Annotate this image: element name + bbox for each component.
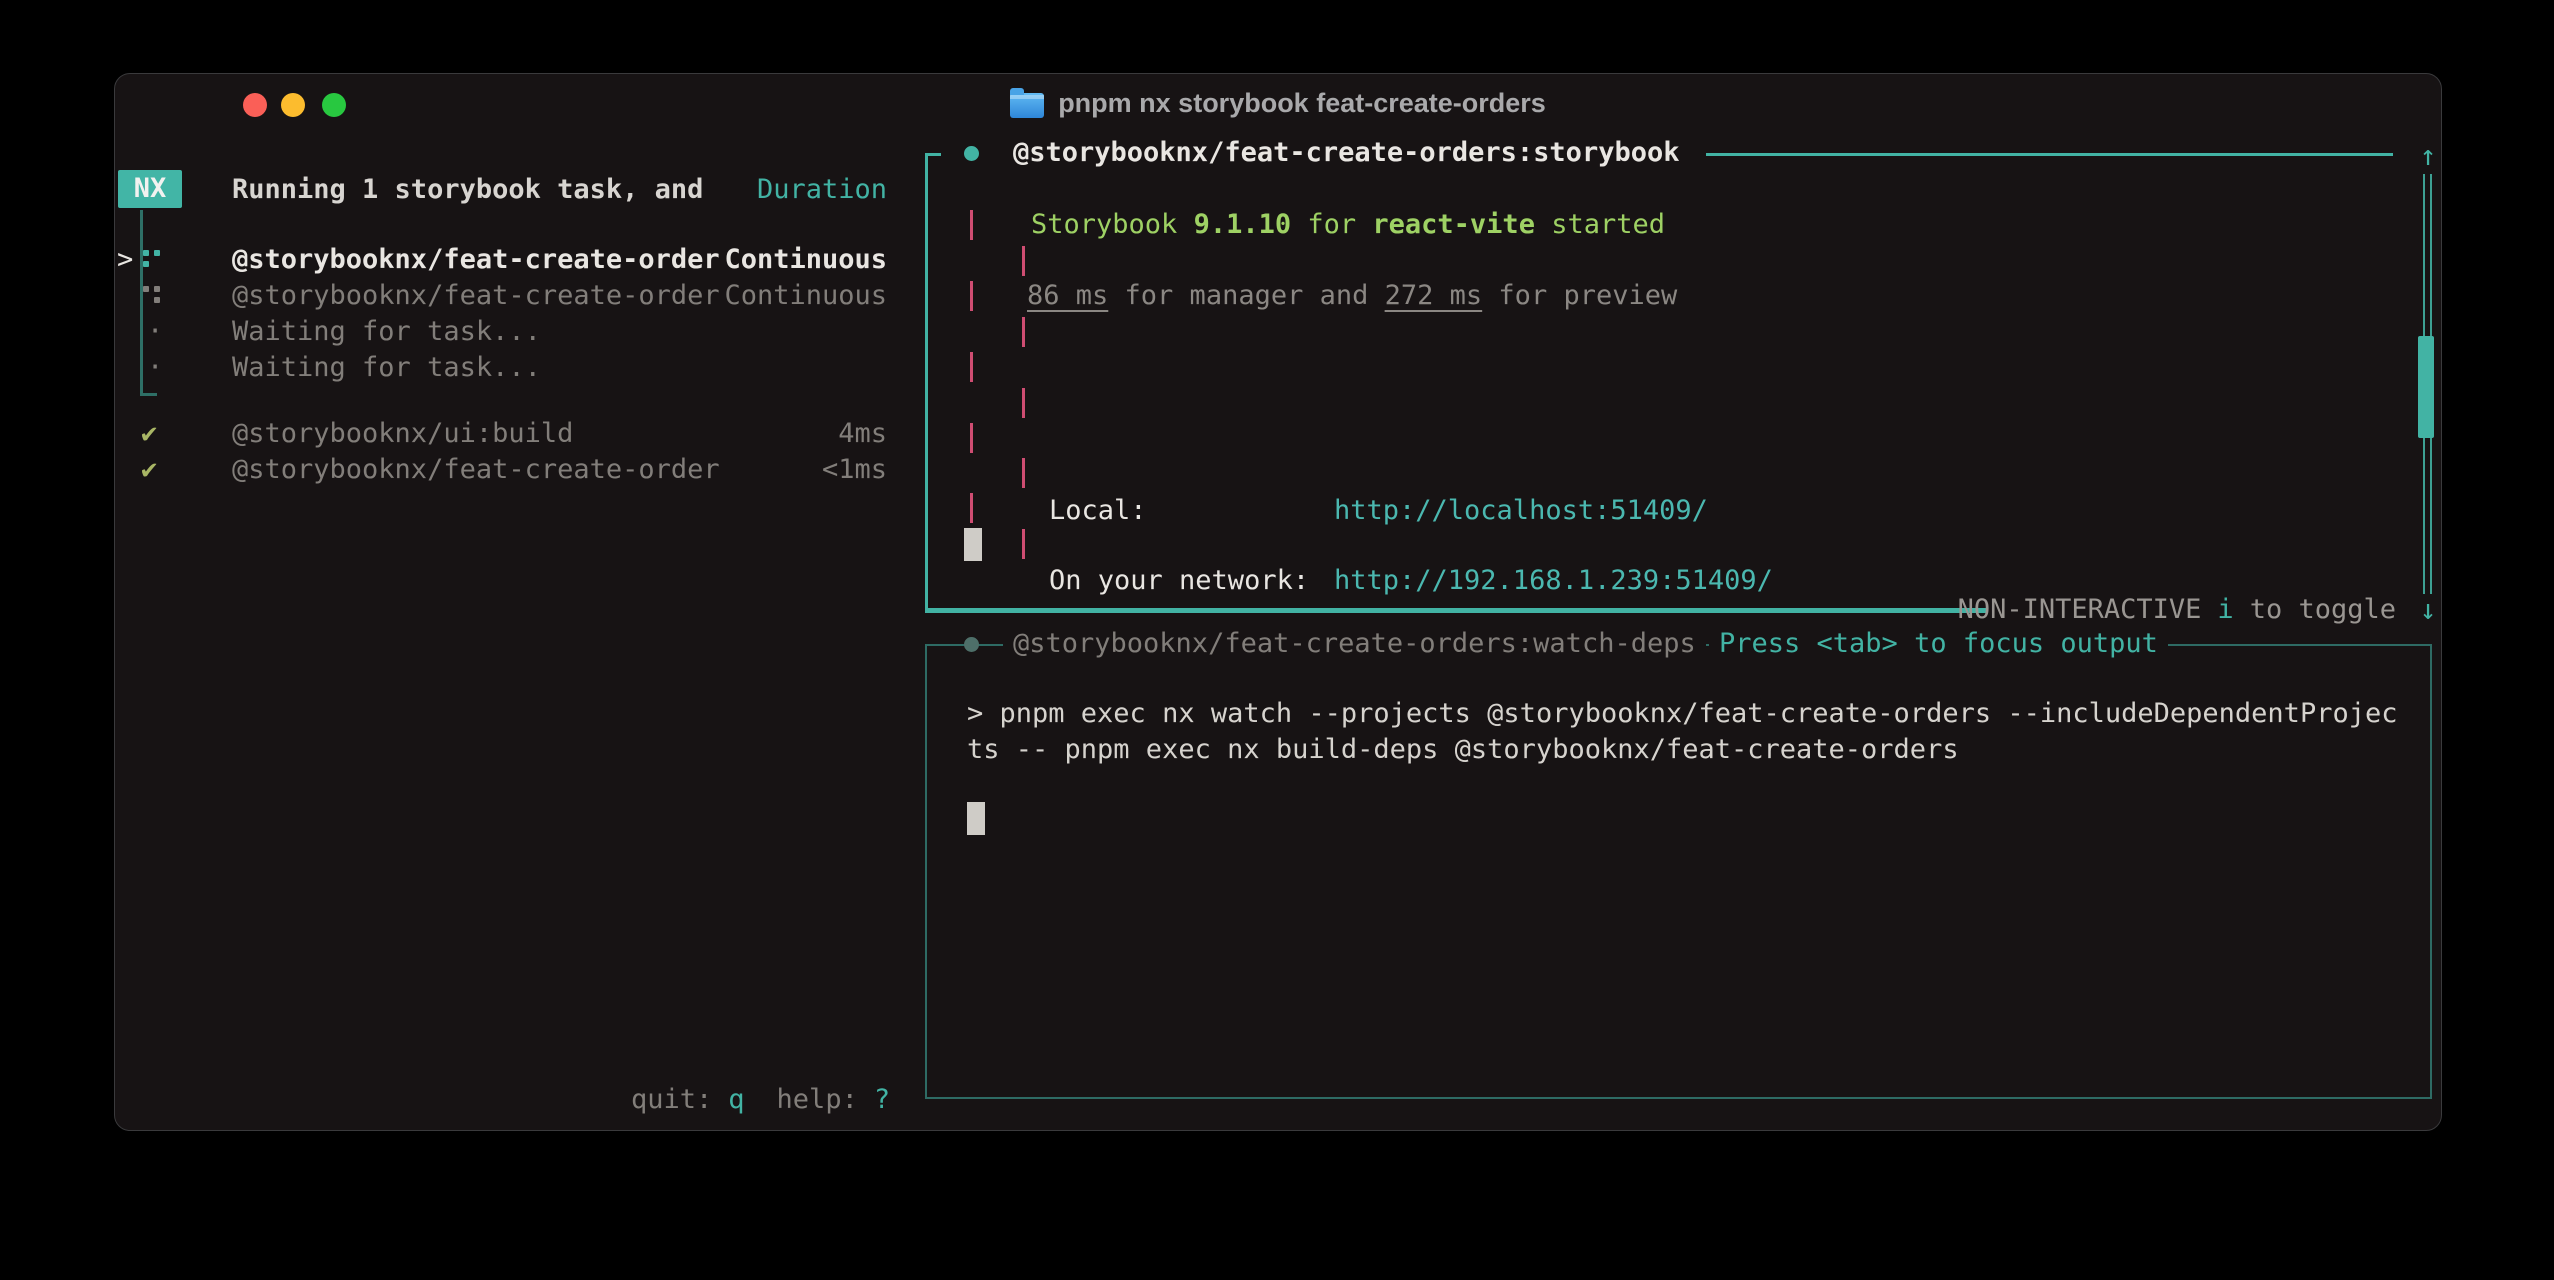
build-timing-line: 86 ms for manager and 272 ms for preview <box>1027 278 1677 314</box>
waiting-dot-icon: · <box>147 314 163 350</box>
storybook-panel-border-left <box>925 153 928 613</box>
storybook-builder: react-vite <box>1372 209 1535 240</box>
storybook-panel-border-top <box>1706 153 2393 156</box>
terminal-window: pnpm nx storybook feat-create-orders NX … <box>114 73 2442 1131</box>
gutter-bar <box>1022 388 1025 418</box>
toggle-label: to toggle <box>2234 594 2396 625</box>
gutter-bar <box>970 281 973 311</box>
preview-time: 272 ms <box>1385 280 1483 311</box>
focus-output-hint: Press <tab> to focus output <box>1709 626 2168 662</box>
help-label: help: <box>745 1084 858 1115</box>
selected-task-caret: > <box>117 242 133 278</box>
running-task-dot-icon <box>964 146 979 161</box>
mode-label: NON-INTERACTIVE <box>1958 594 2202 625</box>
storybook-panel-border-stub <box>925 153 941 156</box>
timing-text: for manager and <box>1108 280 1384 311</box>
local-url-link[interactable]: http://localhost:51409/ <box>1334 493 1708 529</box>
completed-task-row[interactable]: @storybooknx/ui:build <box>232 416 573 452</box>
started-text: for <box>1291 209 1372 240</box>
desktop: pnpm nx storybook feat-create-orders NX … <box>0 0 2554 1280</box>
task-row[interactable]: @storybooknx/feat-create-order <box>232 278 720 314</box>
waiting-dot-icon: · <box>147 350 163 386</box>
gutter-bar <box>1022 317 1025 347</box>
window-title: pnpm nx storybook feat-create-orders <box>1058 88 1546 119</box>
check-icon: ✔ <box>141 416 157 452</box>
task-duration: <1ms <box>685 452 887 488</box>
title-bar: pnpm nx storybook feat-create-orders <box>115 87 2441 119</box>
task-list-summary: Running 1 storybook task, and <box>232 172 703 208</box>
quit-label: quit: <box>631 1084 712 1115</box>
duration-column-header: Duration <box>685 172 887 208</box>
gutter-bar <box>1022 529 1025 559</box>
folder-icon <box>1010 93 1044 118</box>
completed-task-row[interactable]: @storybooknx/feat-create-order <box>232 452 720 488</box>
check-icon: ✔ <box>141 452 157 488</box>
gutter-bar <box>970 493 973 523</box>
task-status: Continuous <box>685 242 887 278</box>
network-label: On your network: <box>1049 563 1309 599</box>
task-row[interactable]: Waiting for task... <box>232 350 541 386</box>
spinner-icon <box>143 283 161 309</box>
nx-logo: NX <box>118 170 182 208</box>
manager-time: 86 ms <box>1027 280 1108 311</box>
gutter-bar <box>970 352 973 382</box>
quit-key: q <box>712 1084 744 1115</box>
gutter-bar <box>970 210 973 240</box>
scroll-down-icon[interactable]: ↓ <box>2411 592 2445 628</box>
storybook-panel-border-bottom <box>925 608 1986 613</box>
gutter-bar <box>1022 458 1025 488</box>
local-label: Local: <box>1049 493 1147 529</box>
watch-command-line-2: ts -- pnpm exec nx build-deps @storybook… <box>967 732 1959 768</box>
spinner-icon <box>143 247 161 273</box>
watch-deps-panel-title: @storybooknx/feat-create-orders:watch-de… <box>1003 626 1706 662</box>
timing-text: for preview <box>1482 280 1677 311</box>
started-text: Storybook <box>1031 209 1194 240</box>
storybook-panel-title: @storybooknx/feat-create-orders:storyboo… <box>1013 135 1679 171</box>
scroll-up-icon[interactable]: ↑ <box>2411 138 2445 174</box>
help-key: ? <box>858 1084 890 1115</box>
watch-command-line-1: > pnpm exec nx watch --projects @storybo… <box>967 696 2397 732</box>
task-row[interactable]: @storybooknx/feat-create-order <box>232 242 720 278</box>
storybook-started-line: Storybook 9.1.10 for react-vite started <box>1031 207 1665 243</box>
gutter-bar <box>1022 246 1025 276</box>
storybook-version: 9.1.10 <box>1194 209 1292 240</box>
interactive-mode-status: NON-INTERACTIVEito toggle <box>1896 592 2396 628</box>
terminal-cursor <box>964 528 982 561</box>
task-tree-corner <box>140 393 157 396</box>
network-url-link[interactable]: http://192.168.1.239:51409/ <box>1334 563 1773 599</box>
toggle-key: i <box>2201 594 2233 625</box>
task-status: Continuous <box>685 278 887 314</box>
terminal-cursor <box>967 802 985 835</box>
started-text: started <box>1535 209 1665 240</box>
task-row[interactable]: Waiting for task... <box>232 314 541 350</box>
scrollbar-thumb[interactable] <box>2418 336 2434 438</box>
task-duration: 4ms <box>685 416 887 452</box>
gutter-bar <box>970 423 973 453</box>
keybinding-bar: quit:qhelp:? <box>631 1082 890 1118</box>
pending-task-dot-icon <box>964 637 979 652</box>
